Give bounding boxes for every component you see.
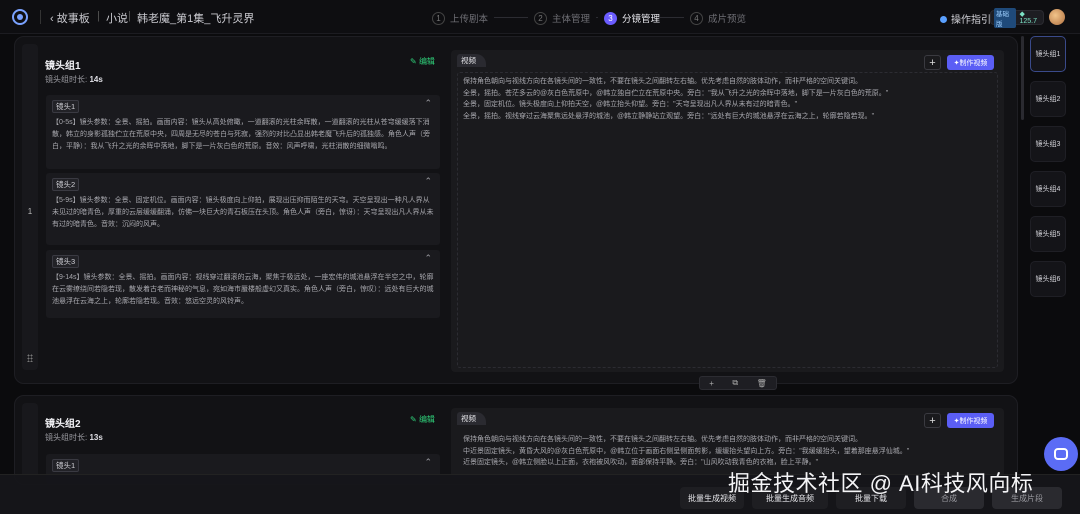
step-label: 主体管理: [552, 14, 591, 25]
watermark: 掘金技术社区 @ AI科技风向标: [728, 471, 1034, 496]
collapse-icon[interactable]: ⌃: [424, 253, 432, 264]
shot-label: 镜头1: [52, 459, 80, 472]
step-connector: [494, 17, 528, 18]
prompt-line: 全景，固定机位。镜头极度向上仰拍天空，@韩立抬头仰望。旁白："天穹呈现出凡人界从…: [463, 101, 798, 108]
step-label: 分镜管理: [622, 14, 661, 25]
side-item-group-1[interactable]: 镜头组1: [1030, 36, 1066, 72]
duration-label: 镜头组时长:: [45, 75, 88, 84]
step-connector: [658, 17, 684, 18]
side-item-group-2[interactable]: 镜头组2: [1030, 81, 1066, 117]
video-panel: 视频 + ✦ 制作视频 保持角色朝向与视线方向在各镜头间的一致性，不要在镜头之间…: [451, 50, 1004, 372]
edit-button[interactable]: ✎ 编辑: [410, 414, 435, 425]
divider: [40, 10, 41, 24]
scrollbar[interactable]: [1021, 36, 1024, 120]
shot-label: 镜头1: [52, 100, 80, 113]
video-tab[interactable]: 视频: [457, 412, 486, 425]
avatar[interactable]: [1049, 9, 1065, 25]
duration-value: 13s: [89, 433, 103, 442]
breadcrumb-divider: |: [128, 10, 131, 22]
app-logo-icon[interactable]: [12, 9, 28, 25]
group-duration: 镜头组时长: 13s: [45, 432, 103, 443]
edit-label: 编辑: [418, 57, 435, 66]
guide-icon: [940, 16, 947, 23]
chat-support-button[interactable]: [1044, 437, 1078, 471]
collapse-icon[interactable]: ⌃: [424, 176, 432, 187]
step-number: 1: [432, 11, 445, 25]
make-video-label: 制作视频: [959, 59, 988, 67]
prompt-line: 全景，摇拍。视线穿过云海聚焦远处悬浮的城池，@韩立静静站立观望。旁白："远处有巨…: [463, 112, 875, 120]
video-prompt[interactable]: 保持角色朝向与视线方向在各镜头间的一致性，不要在镜头之间翻转左右轴。优先考虑自然…: [463, 76, 984, 122]
shot-label: 镜头3: [52, 255, 80, 268]
step-connector: [596, 17, 598, 18]
guide-link[interactable]: 操作指引: [940, 11, 991, 26]
shot-card: 镜头1 ⌃ 【0-5s】镜头参数：全景、摇拍。画面内容：镜头从高处俯瞰，一道翻滚…: [46, 95, 440, 169]
chat-icon: [1054, 448, 1068, 460]
drag-handle-icon[interactable]: [27, 354, 33, 362]
step-label: 成片预览: [708, 14, 747, 25]
group-2-rail[interactable]: [22, 403, 38, 483]
step-number: 2: [534, 11, 547, 25]
step-4[interactable]: 4 成片预览: [690, 10, 746, 26]
shot-label: 镜头2: [52, 178, 80, 191]
edit-label: 编辑: [418, 415, 435, 424]
shot-card: 镜头3 ⌃ 【9-14s】镜头参数：全景、摇拍。画面内容：视线穿过翻滚的云海，聚…: [46, 250, 440, 318]
side-item-group-6[interactable]: 镜头组6: [1030, 261, 1066, 297]
shot-description[interactable]: 【5-9s】镜头参数：全景、固定机位。画面内容：镜头极度向上仰拍，展现出压抑而陌…: [52, 195, 434, 231]
group-index: 1: [27, 207, 33, 216]
breadcrumb-type: 小说: [106, 13, 128, 25]
account-points[interactable]: 基础版 ◆ 125.7: [990, 7, 1044, 28]
step-label: 上传剧本: [450, 14, 489, 25]
video-prompt[interactable]: 保持角色朝向与视线方向在各镜头间的一致性，不要在镜头之间翻转左右轴。优先考虑自然…: [463, 434, 984, 469]
breadcrumb-back[interactable]: 故事板: [57, 13, 90, 25]
points-value: ◆ 125.7: [1019, 11, 1037, 25]
step-1[interactable]: 1 上传剧本: [432, 10, 488, 26]
points-number: 125.7: [1019, 18, 1037, 25]
breadcrumb-divider: |: [97, 10, 100, 22]
duration-value: 14s: [89, 75, 103, 84]
group-duration: 镜头组时长: 14s: [45, 74, 103, 85]
side-item-group-5[interactable]: 镜头组5: [1030, 216, 1066, 252]
delete-group-icon[interactable]: 🗑: [757, 379, 767, 388]
prompt-line: 中近景固定镜头，黄昏大风的@灰白色荒原中，@韩立位于画面右侧呈侧面剪影，缓缓抬头…: [463, 447, 910, 455]
shot-description[interactable]: 【0-5s】镜头参数：全景、摇拍。画面内容：镜头从高处俯瞰，一道翻滚的光柱余晖散…: [52, 117, 434, 153]
make-video-button[interactable]: ✦ 制作视频: [947, 55, 994, 70]
make-video-button[interactable]: ✦ 制作视频: [947, 413, 994, 428]
back-link[interactable]: ‹ 故事板: [50, 10, 90, 26]
step-2[interactable]: 2 主体管理: [534, 10, 590, 26]
group-toolbar: + ⧉ 🗑: [699, 376, 777, 390]
shot-description[interactable]: 【9-14s】镜头参数：全景、摇拍。画面内容：视线穿过翻滚的云海，聚焦于极远处，…: [52, 272, 434, 308]
copy-group-icon[interactable]: ⧉: [732, 378, 738, 388]
add-group-icon[interactable]: +: [709, 379, 714, 388]
prompt-line: 全景，摇拍。苍茫多云的@灰白色荒原中，@韩立独自伫立在荒原中央。旁白："我从飞升…: [463, 89, 889, 97]
prompt-line: 保持角色朝向与视线方向在各镜头间的一致性，不要在镜头之间翻转左右轴。优先考虑自然…: [463, 436, 862, 443]
duration-label: 镜头组时长:: [45, 433, 88, 442]
step-number: 4: [690, 11, 703, 25]
collapse-icon[interactable]: ⌃: [424, 98, 432, 109]
group-title: 镜头组2: [45, 419, 81, 430]
prompt-line: 保持角色朝向与视线方向在各镜头间的一致性，不要在镜头之间翻转左右轴。优先考虑自然…: [463, 78, 862, 85]
video-tab[interactable]: 视频: [457, 54, 486, 67]
group-1-rail[interactable]: 1: [22, 44, 38, 370]
side-item-group-4[interactable]: 镜头组4: [1030, 171, 1066, 207]
guide-label: 操作指引: [951, 15, 991, 26]
make-video-label: 制作视频: [959, 417, 988, 425]
step-3[interactable]: 3 分镜管理: [604, 10, 660, 26]
add-button[interactable]: +: [924, 55, 941, 70]
plan-badge: 基础版: [994, 7, 1017, 28]
add-button[interactable]: +: [924, 413, 941, 428]
side-item-group-3[interactable]: 镜头组3: [1030, 126, 1066, 162]
breadcrumb-title: 韩老魔_第1集_飞升灵界: [137, 13, 255, 25]
step-number: 3: [604, 11, 617, 25]
group-title: 镜头组1: [45, 61, 81, 72]
collapse-icon[interactable]: ⌃: [424, 457, 432, 468]
shot-card: 镜头2 ⌃ 【5-9s】镜头参数：全景、固定机位。画面内容：镜头极度向上仰拍，展…: [46, 173, 440, 245]
edit-button[interactable]: ✎ 编辑: [410, 56, 435, 67]
top-bar: ‹ 故事板 | 小说 | 韩老魔_第1集_飞升灵界 1 上传剧本 2 主体管理 3分…: [0, 0, 1080, 34]
